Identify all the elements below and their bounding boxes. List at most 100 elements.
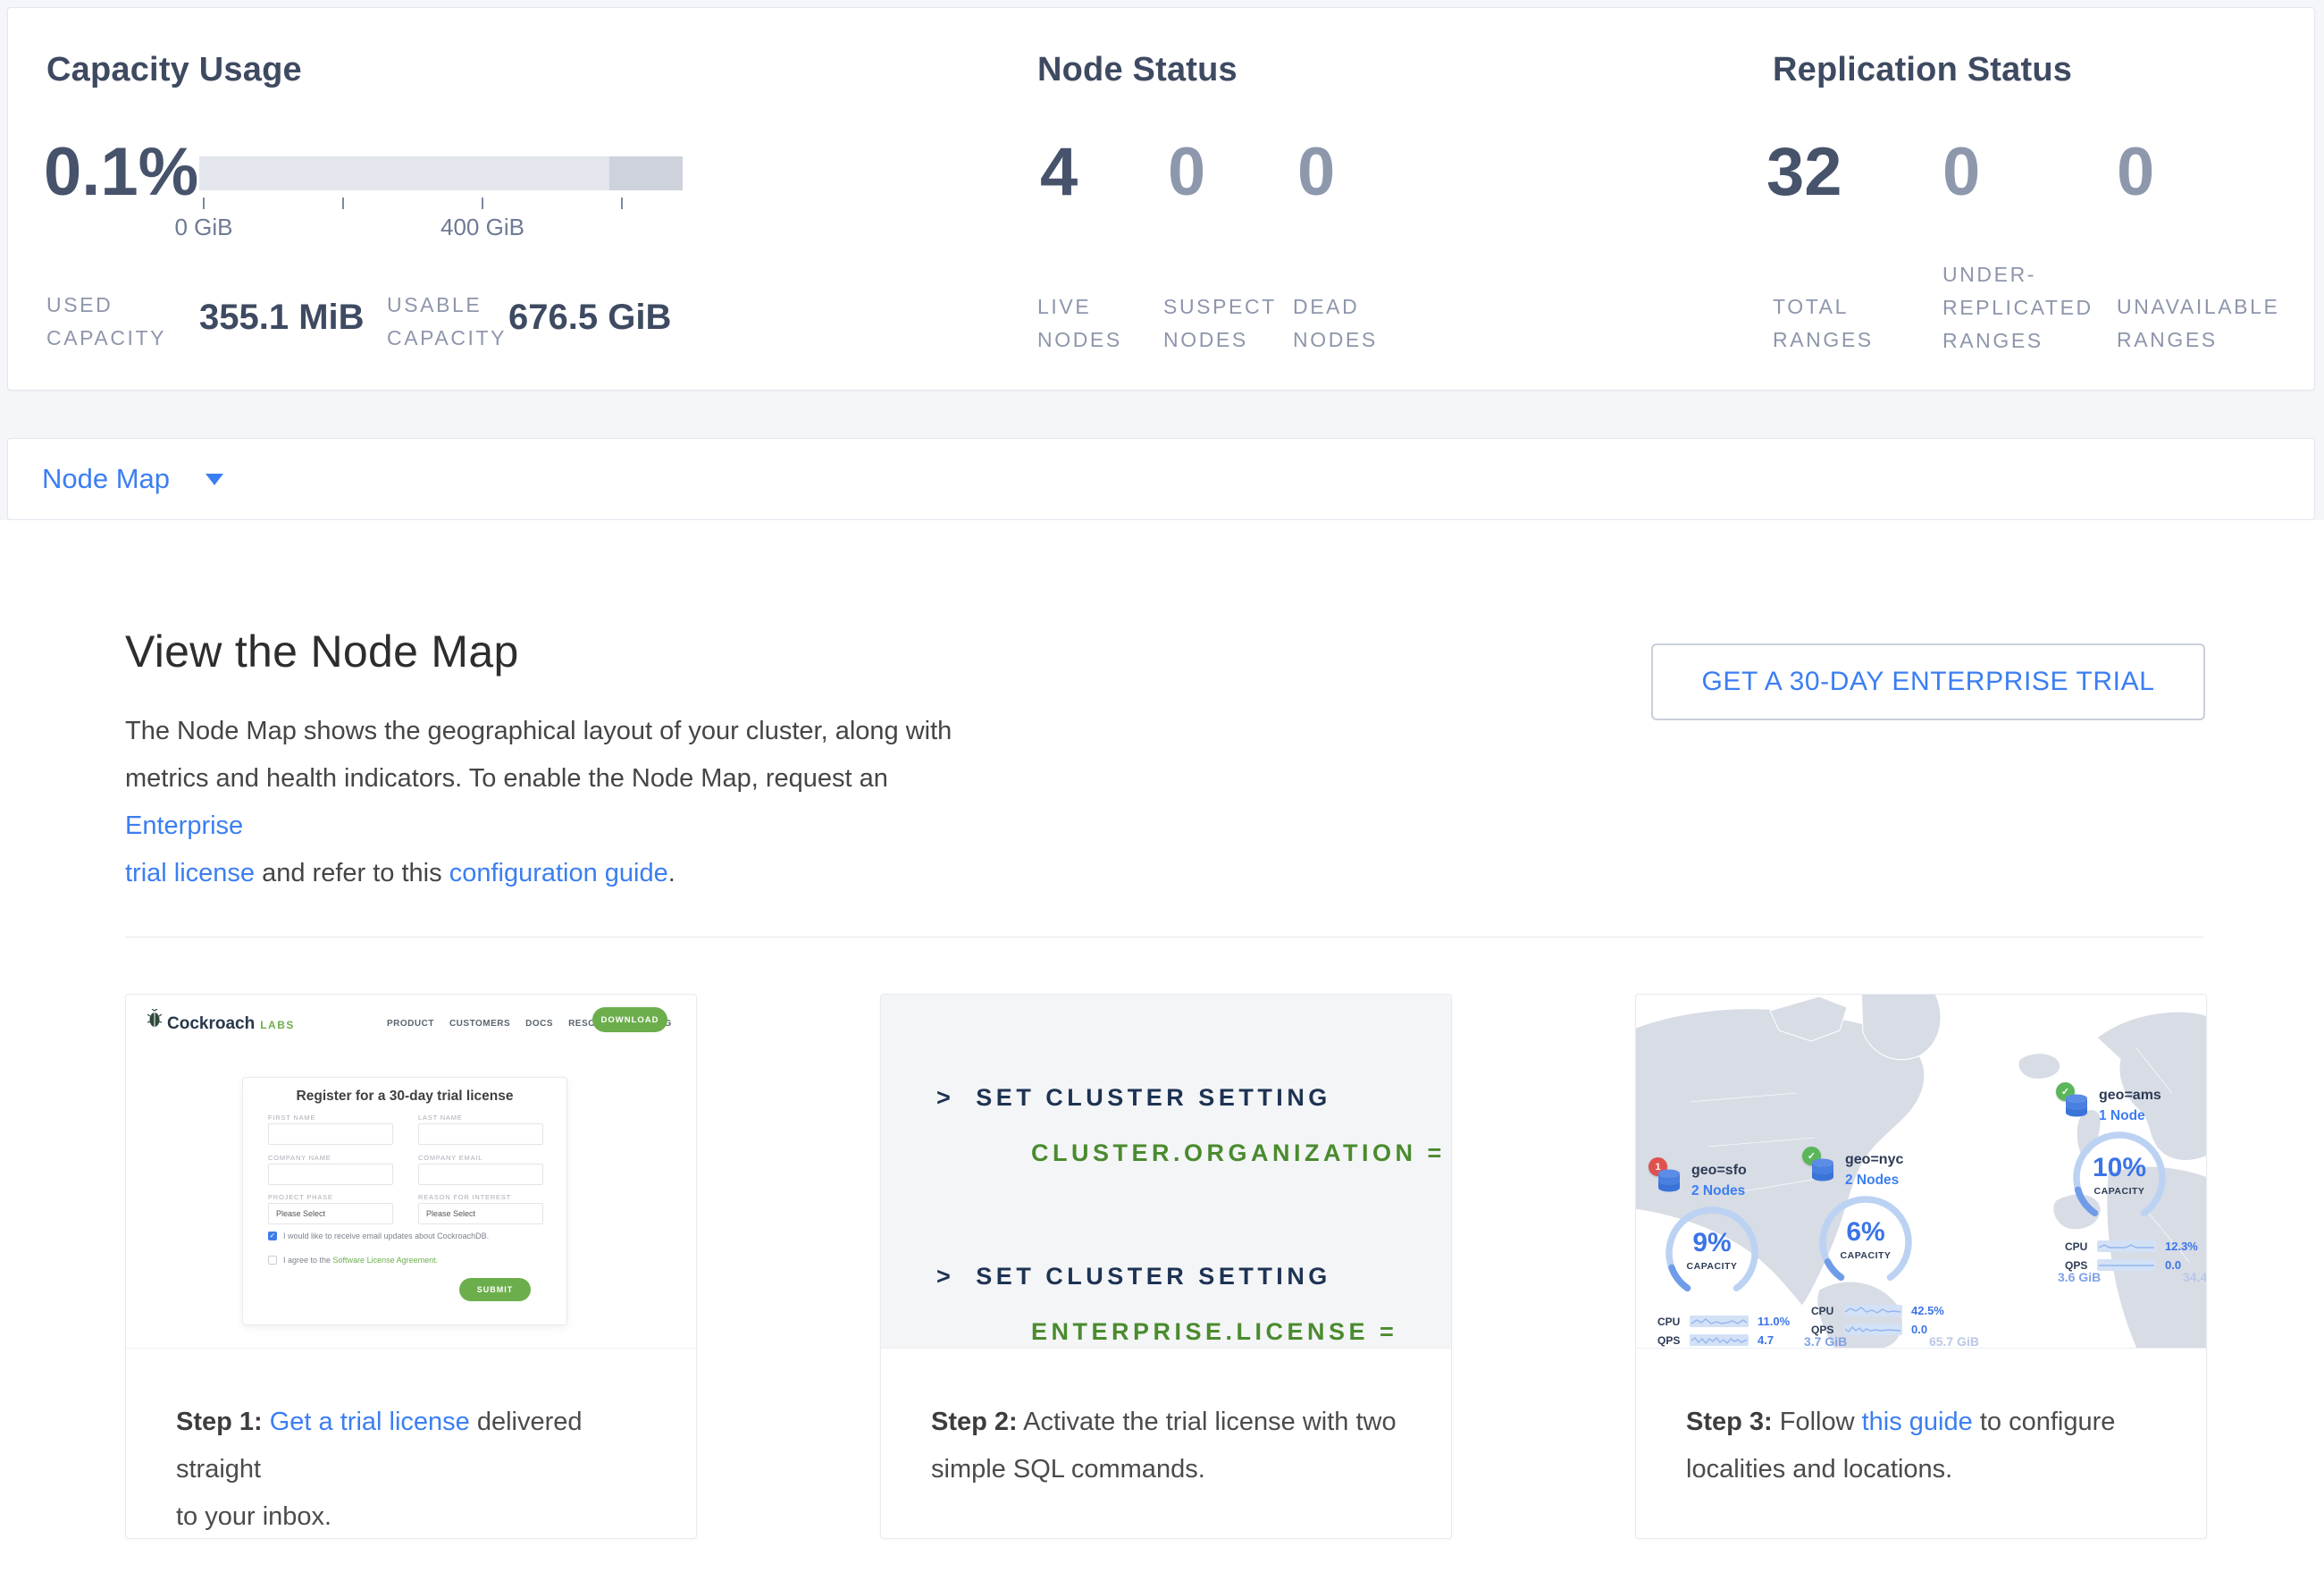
cluster-name: geo=sfo [1691, 1163, 1747, 1179]
unavailable-ranges-value: 0 [2117, 139, 2154, 206]
project-phase-select: Please Select [268, 1203, 393, 1224]
step2-sql-panel: > SET CLUSTER SETTING CLUSTER.ORGANIZATI… [881, 995, 1451, 1349]
node-map-description: The Node Map shows the geographical layo… [125, 708, 1001, 897]
cluster-node-count: 2 Nodes [1691, 1183, 1745, 1199]
cluster-name: geo=nyc [1845, 1152, 1903, 1168]
capacity-axis-label-0: 0 GiB [141, 214, 266, 241]
get-enterprise-trial-button[interactable]: GET A 30-DAY ENTERPRISE TRIAL [1651, 643, 2205, 720]
cpu-value: 42.5% [1911, 1304, 1944, 1317]
enterprise-trial-license-link[interactable]: Enterprise [125, 811, 243, 840]
unchecked-checkbox-icon [268, 1256, 277, 1265]
live-nodes-value: 4 [1040, 139, 1078, 206]
live-nodes-label: LIVE NODES [1037, 290, 1149, 357]
submit-button: SUBMIT [459, 1278, 531, 1301]
last-name-label: LAST NAME [418, 1114, 463, 1122]
get-trial-license-link[interactable]: Get a trial license [263, 1408, 470, 1436]
suspect-nodes-value: 0 [1168, 139, 1205, 206]
capacity-axis-tick [203, 198, 205, 209]
cpu-value: 12.3% [2165, 1240, 2198, 1253]
form-title: Register for a 30-day trial license [243, 1089, 566, 1105]
capacity-label: CAPACITY [1816, 1250, 1915, 1261]
checked-checkbox-icon: ✓ [268, 1232, 277, 1240]
capacity-axis-tick [342, 198, 344, 209]
last-name-field [418, 1123, 543, 1145]
cpu-value: 11.0% [1758, 1315, 1790, 1328]
first-name-label: FIRST NAME [268, 1114, 315, 1122]
capacity-usage-bar [199, 156, 683, 190]
enterprise-trial-license-link[interactable]: trial license [125, 859, 255, 887]
usable-capacity-label: USABLE CAPACITY [387, 289, 521, 355]
reason-for-interest-select: Please Select [418, 1203, 543, 1224]
configuration-guide-link[interactable]: configuration guide [449, 859, 668, 887]
capacity-gauge: 6% CAPACITY 3.7 GiB 65.7 GiB CPU 42.5% Q… [1816, 1193, 1915, 1291]
sql-prompt: > [936, 1263, 954, 1290]
qps-value: 0.0 [2165, 1258, 2181, 1272]
cockroach-bug-icon [147, 1009, 162, 1029]
database-icon [2064, 1094, 2089, 1121]
unavailable-ranges-label: UNAVAILABLE RANGES [2117, 290, 2309, 357]
capacity-label: CAPACITY [2070, 1186, 2169, 1197]
capacity-axis-label-400: 400 GiB [420, 214, 545, 241]
total-ranges-value: 32 [1766, 139, 1842, 206]
step2-card: > SET CLUSTER SETTING CLUSTER.ORGANIZATI… [880, 994, 1452, 1539]
under-replicated-ranges-value: 0 [1942, 139, 1980, 206]
sql-command-2: > SET CLUSTER SETTING [936, 1263, 1331, 1291]
page-title: View the Node Map [125, 626, 519, 677]
database-icon [1657, 1169, 1682, 1196]
description-line3: and refer to this [255, 859, 449, 887]
company-email-field [418, 1164, 543, 1185]
used-capacity-value: 355.1 MiB [199, 298, 365, 338]
capacity-percent: 10% [2070, 1153, 2169, 1183]
cluster-summary-bar: Capacity Usage 0.1% 0 GiB 400 GiB USED C… [7, 7, 2315, 391]
database-icon [1810, 1158, 1835, 1185]
software-license-agreement-link: Software License Agreement. [333, 1256, 439, 1265]
capacity-usage-bar-used-segment [609, 156, 683, 190]
total-gib: 34.4 GiB [2183, 1270, 2206, 1284]
download-button: DOWNLOAD [592, 1007, 667, 1032]
usable-capacity-value: 676.5 GiB [508, 298, 671, 338]
used-gib: 3.7 GiB [1804, 1334, 1847, 1349]
step3-card: 1 geo=sfo 2 Nodes 9% CAPACITY 3.2 [1635, 994, 2207, 1539]
step3-caption: Step 3: Follow this guide to configure l… [1636, 1349, 2206, 1493]
capacity-percent: 6% [1816, 1217, 1915, 1248]
cpu-sparkline [2097, 1240, 2156, 1252]
nav-docs: DOCS [525, 1019, 553, 1029]
reason-for-interest-label: REASON FOR INTEREST [418, 1193, 511, 1201]
cluster-name: geo=ams [2099, 1088, 2161, 1104]
nav-product: PRODUCT [387, 1019, 434, 1029]
step1-caption: Step 1: Get a trial license delivered st… [126, 1349, 696, 1541]
this-guide-link[interactable]: this guide [1862, 1408, 1973, 1436]
capacity-axis-tick [482, 198, 483, 209]
capacity-gauge: 9% CAPACITY 3.2 GiB 35.1 GiB CPU 11.0% Q… [1663, 1204, 1761, 1302]
cluster-node-count: 1 Node [2099, 1108, 2145, 1124]
node-map-dropdown[interactable]: Node Map [42, 463, 170, 495]
sql-command-1: > SET CLUSTER SETTING [936, 1084, 1331, 1112]
capacity-label: CAPACITY [1663, 1261, 1761, 1272]
email-updates-checkbox-row: ✓ I would like to receive email updates … [268, 1232, 489, 1240]
license-agreement-checkbox-row: I agree to the Software License Agreemen… [268, 1256, 438, 1265]
step2-caption: Step 2: Activate the trial license with … [881, 1349, 1451, 1493]
description-line2: metrics and health indicators. To enable… [125, 764, 888, 793]
first-name-field [268, 1123, 393, 1145]
node-map-enterprise-section: View the Node Map The Node Map shows the… [0, 520, 2324, 1589]
sql-arg-2: ENTERPRISE.LICENSE = [1031, 1318, 1397, 1346]
company-name-field [268, 1164, 393, 1185]
cockroach-labs-logo: Cockroach LABS [147, 1009, 295, 1034]
cluster-node-count: 2 Nodes [1845, 1173, 1899, 1189]
chevron-down-icon[interactable] [206, 474, 223, 485]
node-status-title: Node Status [1037, 51, 1238, 89]
sql-prompt: > [936, 1084, 954, 1111]
used-capacity-label: USED CAPACITY [46, 289, 167, 355]
step1-screenshot: Cockroach LABS PRODUCT CUSTOMERS DOCS RE… [126, 995, 696, 1349]
qps-sparkline [1843, 1324, 1902, 1335]
step3-node-map-preview: 1 geo=sfo 2 Nodes 9% CAPACITY 3.2 [1636, 995, 2206, 1349]
qps-value: 0.0 [1911, 1323, 1927, 1336]
dead-nodes-label: DEAD NODES [1293, 290, 1400, 357]
qps-sparkline [2097, 1259, 2156, 1271]
project-phase-label: PROJECT PHASE [268, 1193, 333, 1201]
sql-arg-1: CLUSTER.ORGANIZATION = [1031, 1139, 1446, 1167]
suspect-nodes-label: SUSPECT NODES [1163, 290, 1284, 357]
capacity-gauge: 10% CAPACITY 3.6 GiB 34.4 GiB CPU 12.3% … [2070, 1129, 2169, 1227]
company-email-label: COMPANY EMAIL [418, 1154, 482, 1162]
qps-sparkline [1690, 1334, 1749, 1346]
